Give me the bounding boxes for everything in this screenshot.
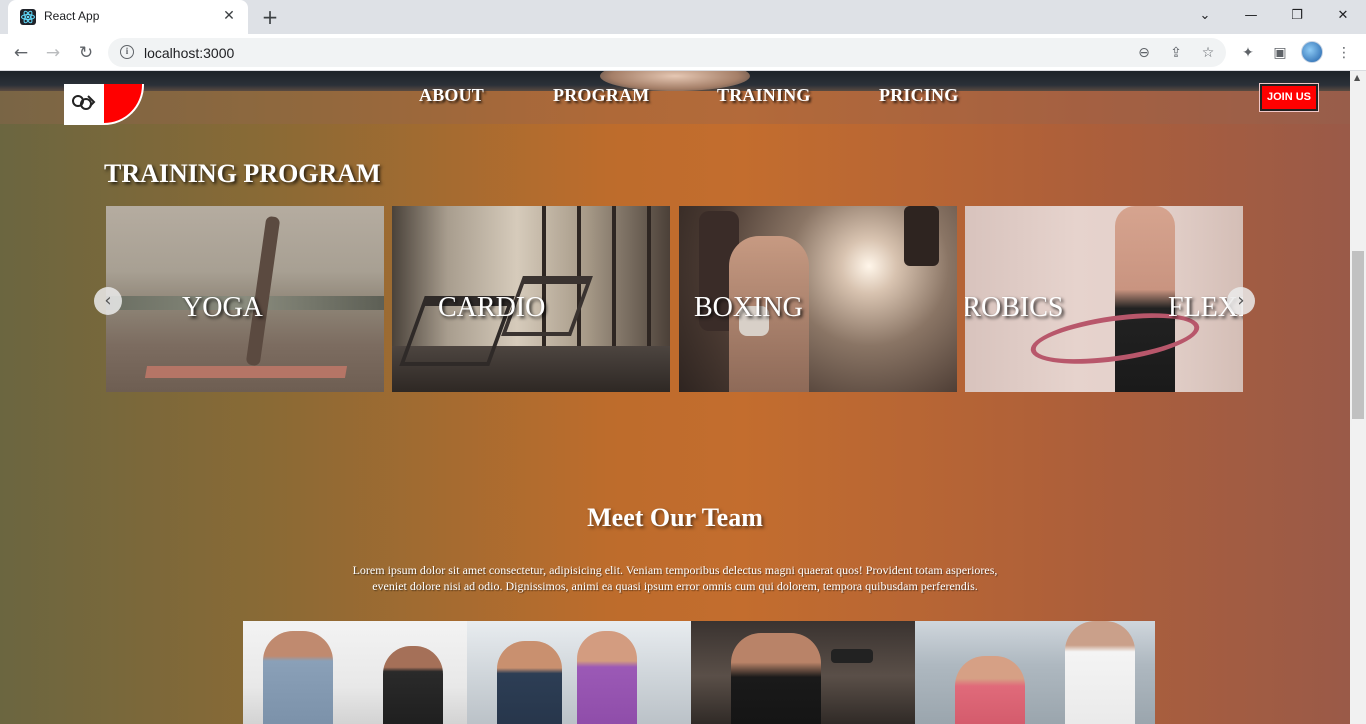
nav-about[interactable]: ABOUT: [419, 85, 484, 106]
forward-arrow-icon[interactable]: →: [40, 40, 66, 66]
minimize-button[interactable]: —: [1228, 4, 1274, 28]
new-tab-button[interactable]: +: [258, 5, 282, 29]
program-card-cardio[interactable]: CARDIO: [392, 206, 670, 392]
side-panel-icon[interactable]: ▣: [1269, 42, 1291, 64]
close-tab-icon[interactable]: ✕: [220, 7, 238, 25]
browser-toolbar: ← → ↻ i localhost:3000 ⊖ ⇪ ☆ ✦ ▣ ⋮: [0, 34, 1366, 71]
program-label-yoga: YOGA: [182, 292, 263, 323]
zoom-icon[interactable]: ⊖: [1134, 43, 1154, 63]
team-photo-2: [467, 621, 691, 724]
url-text[interactable]: localhost:3000: [144, 45, 234, 61]
react-favicon-icon: [20, 9, 36, 25]
program-label-aerobics: AEROBICS: [965, 292, 1064, 323]
page-scrollbar[interactable]: ▲: [1350, 71, 1366, 724]
reload-icon[interactable]: ↻: [73, 40, 99, 66]
training-carousel: YOGA CARDIO BOXING AEROBICS FLEXI: [106, 206, 1243, 392]
nav-training[interactable]: TRAINING: [717, 85, 811, 106]
training-program-title: TRAINING PROGRAM: [104, 159, 381, 188]
restore-button[interactable]: ❐: [1274, 4, 1320, 28]
tab-search-icon[interactable]: ⌄: [1182, 4, 1228, 28]
nav-pricing[interactable]: PRICING: [879, 85, 958, 106]
close-window-button[interactable]: ✕: [1320, 4, 1366, 28]
menu-kebab-icon[interactable]: ⋮: [1333, 42, 1355, 64]
nav-program[interactable]: PROGRAM: [553, 85, 649, 106]
team-section-title: Meet Our Team: [587, 503, 763, 532]
team-photo-1: [243, 621, 467, 724]
scroll-up-arrow-icon[interactable]: ▲: [1354, 73, 1360, 82]
team-photo-3: [691, 621, 915, 724]
team-description: Lorem ipsum dolor sit amet consectetur, …: [352, 563, 998, 593]
gym-logo-icon: [72, 95, 96, 110]
carousel-prev-arrow-icon[interactable]: ‹: [94, 287, 122, 315]
header-band: [0, 91, 1350, 124]
hero-image-strip: [0, 71, 1350, 91]
address-bar[interactable]: i localhost:3000 ⊖ ⇪ ☆: [108, 38, 1226, 67]
profile-avatar[interactable]: [1301, 41, 1323, 63]
page-viewport: ABOUT PROGRAM TRAINING PRICING JOIN US T…: [0, 71, 1350, 724]
scrollbar-thumb[interactable]: [1352, 251, 1364, 419]
bookmark-star-icon[interactable]: ☆: [1198, 43, 1218, 63]
carousel-next-arrow-icon[interactable]: ›: [1227, 287, 1255, 315]
program-label-boxing: BOXING: [694, 292, 803, 323]
site-info-icon[interactable]: i: [120, 45, 134, 59]
program-card-yoga[interactable]: YOGA: [106, 206, 384, 392]
program-label-cardio: CARDIO: [438, 292, 546, 323]
program-card-boxing[interactable]: BOXING: [679, 206, 957, 392]
back-arrow-icon[interactable]: ←: [8, 40, 34, 66]
program-card-aerobics[interactable]: AEROBICS FLEXI: [965, 206, 1243, 392]
tab-title: React App: [44, 9, 100, 23]
extensions-puzzle-icon[interactable]: ✦: [1237, 42, 1259, 64]
team-photo-4: [915, 621, 1155, 724]
join-us-button[interactable]: JOIN US: [1259, 83, 1319, 112]
site-logo[interactable]: [64, 84, 144, 125]
browser-tab[interactable]: React App ✕: [8, 0, 248, 34]
share-icon[interactable]: ⇪: [1166, 43, 1186, 63]
browser-tab-strip: React App ✕ + ⌄ — ❐ ✕: [0, 0, 1366, 34]
